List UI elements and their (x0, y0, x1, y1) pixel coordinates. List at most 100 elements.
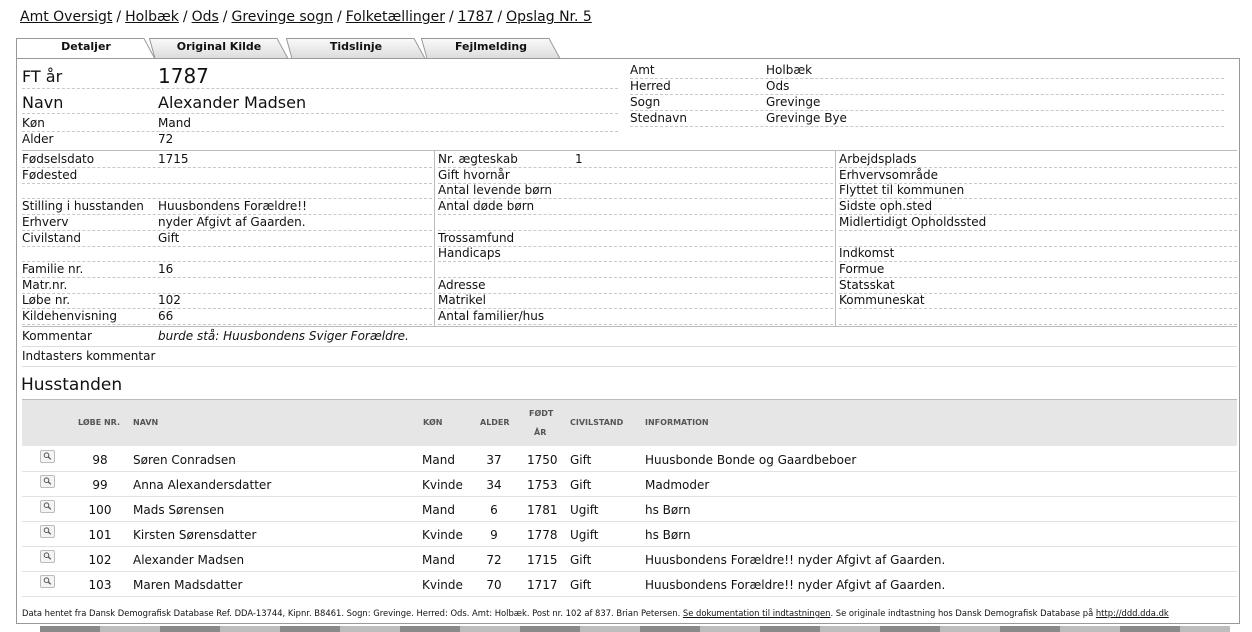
field-label: Midlertidigt Opholdssted (839, 214, 987, 229)
cell-navn: Mads Sørensen (133, 503, 225, 517)
magnifier-icon[interactable] (40, 500, 55, 513)
field-label: Adresse (438, 277, 486, 292)
col-header-kon[interactable]: KØN (423, 418, 442, 427)
field-label: Sidste oph.sted (839, 199, 933, 214)
cell-fodt: 1750 (527, 453, 558, 467)
place-row: Amt Holbæk (630, 63, 1224, 79)
cell-kon: Mand (422, 503, 455, 517)
breadcrumb-holbaek[interactable]: Holbæk (125, 9, 179, 25)
ft-year-label: FT år (22, 67, 63, 86)
field-row: Matr.nr. (22, 278, 432, 294)
footer-doc-link[interactable]: Se dokumentation til indtastningen (683, 608, 831, 618)
field-label: Matrikel (438, 293, 486, 308)
breadcrumb-grevinge-sogn[interactable]: Grevinge sogn (231, 9, 333, 25)
breadcrumb-1787[interactable]: 1787 (458, 9, 494, 25)
field-label: Arbejdsplads (839, 152, 917, 166)
kon-row: Køn Mand (22, 116, 618, 132)
field-value: 102 (158, 293, 181, 308)
field-row: Kommuneskat (839, 293, 1237, 310)
cell-fodt: 1717 (527, 578, 558, 592)
col-header-alder[interactable]: ALDER (480, 418, 510, 427)
table-row: 101 Kirsten Sørensdatter Kvinde 9 1778 Ugift h… (22, 522, 1237, 547)
place-value: Grevinge (766, 95, 821, 109)
footer-ddd-link[interactable]: http://ddd.dda.dk (1096, 608, 1169, 618)
breadcrumb-amt-oversigt[interactable]: Amt Oversigt (20, 9, 112, 25)
tab-label: Detaljer (61, 40, 111, 53)
col-header-information[interactable]: INFORMATION (645, 418, 709, 427)
field-label: Matr.nr. (22, 277, 68, 292)
magnifier-icon[interactable] (40, 475, 55, 488)
magnifier-icon[interactable] (40, 525, 55, 538)
field-value: 16 (158, 261, 174, 276)
breadcrumb-ods[interactable]: Ods (192, 9, 219, 25)
cell-civilstand: Gift (570, 453, 592, 467)
field-row (22, 246, 432, 263)
field-row: Gift hvornår (438, 168, 833, 184)
field-value: Huusbondens Forældre!! (158, 199, 307, 214)
tab-label: Tidslinje (329, 40, 383, 53)
field-label: Formue (839, 261, 885, 276)
col-header-navn[interactable]: NAVN (133, 418, 158, 427)
col-header-civilstand[interactable]: CIVILSTAND (570, 418, 623, 427)
field-label: Gift hvornår (438, 167, 510, 182)
place-label: Herred (630, 79, 671, 93)
field-label: Indkomst (839, 246, 895, 261)
field-row: Løbe nr. 102 (22, 293, 432, 310)
field-row: Stilling i husstanden Huusbondens Forældr… (22, 199, 432, 216)
cell-alder: 72 (486, 553, 502, 567)
cell-information: Huusbondens Forældre!! nyder Afgivt af G… (645, 553, 946, 567)
place-label: Sogn (630, 95, 661, 109)
table-row: 103 Maren Madsdatter Kvinde 70 1717 Gift Huusb… (22, 572, 1237, 597)
breadcrumb-folketaellinger[interactable]: Folketællinger (346, 9, 445, 25)
col-header-ar[interactable]: ÅR (534, 428, 546, 437)
footer-text: Data hentet fra Dansk Demografisk Databa… (22, 608, 683, 618)
field-label: Løbe nr. (22, 293, 71, 308)
ft-year-value: 1787 (158, 64, 209, 88)
magnifier-icon[interactable] (40, 450, 55, 463)
cell-information: hs Børn (645, 528, 691, 542)
col-header-fodt[interactable]: FØDT (529, 409, 553, 418)
field-label: Fødested (22, 167, 78, 182)
field-row: Sidste oph.sted (839, 199, 1237, 216)
magnifier-icon[interactable] (40, 550, 55, 563)
breadcrumb-sep: / (222, 9, 228, 25)
tab-detaljer[interactable]: Detaljer (16, 37, 156, 59)
cell-kon: Kvinde (422, 578, 463, 592)
field-value: nyder Afgivt af Gaarden. (158, 214, 306, 229)
breadcrumb-sep: / (337, 9, 342, 25)
footer-text: . Se originale indtastning hos Dansk Dem… (830, 608, 1096, 618)
field-row: Midlertidigt Opholdssted (839, 215, 1237, 231)
tab-tidslinje[interactable]: Tidslinje (286, 37, 426, 59)
field-label: Handicaps (438, 246, 501, 261)
cell-navn: Maren Madsdatter (133, 578, 243, 592)
kommentar-value: burde stå: Huusbondens Sviger Forældre. (158, 329, 409, 343)
cell-lobe: 98 (92, 453, 108, 467)
tab-label: Original Kilde (176, 40, 262, 53)
cell-civilstand: Ugift (570, 503, 599, 517)
indtaster-row: Indtasters kommentar (22, 349, 1237, 367)
field-row: Formue (839, 262, 1237, 278)
table-row: 102 Alexander Madsen Mand 72 1715 Gift Huusbon… (22, 547, 1237, 572)
breadcrumb-sep: / (182, 9, 188, 25)
cell-navn: Søren Conradsen (133, 453, 236, 467)
navn-value: Alexander Madsen (158, 93, 307, 112)
indtaster-label: Indtasters kommentar (22, 349, 156, 363)
col-header-lobe[interactable]: LØBE NR. (78, 418, 120, 427)
cell-alder: 9 (490, 528, 498, 542)
table-row: 99 Anna Alexandersdatter Kvinde 34 1753 Gift M… (22, 472, 1237, 497)
place-label: Stednavn (630, 111, 687, 125)
field-label: Erhverv (22, 214, 69, 229)
alder-label: Alder (22, 132, 54, 146)
field-row: Antal levende børn (438, 183, 833, 200)
field-label: Antal familier/hus (438, 309, 545, 323)
tab-fejlmelding[interactable]: Fejlmelding (421, 37, 561, 59)
field-row: Antal døde børn (438, 199, 833, 216)
husstanden-title: Husstanden (21, 375, 123, 395)
tab-original-kilde[interactable]: Original Kilde (149, 37, 289, 59)
magnifier-icon[interactable] (40, 575, 55, 588)
breadcrumb-opslag[interactable]: Opslag Nr. 5 (506, 9, 592, 25)
field-row (438, 215, 833, 231)
field-row: Adresse (438, 278, 833, 294)
field-label: Flyttet til kommunen (839, 183, 965, 198)
cell-information: Huusbondens Forældre!! nyder Afgivt af G… (645, 578, 946, 592)
